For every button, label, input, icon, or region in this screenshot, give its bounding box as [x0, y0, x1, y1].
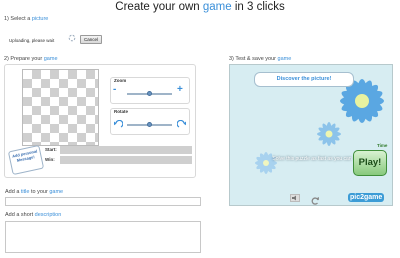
win-message-field[interactable]	[60, 156, 192, 164]
play-button[interactable]: Play!	[353, 150, 387, 176]
step3-prefix: 3) Test & save your	[229, 56, 278, 62]
pic2game-logo: pic2game	[348, 193, 385, 202]
zoom-label: Zoom	[114, 78, 127, 83]
title-field-label: Add a title to your game	[5, 189, 63, 195]
desc-label-link[interactable]: description	[35, 212, 62, 218]
title-label-game-link[interactable]: game	[49, 189, 63, 195]
step2-prefix: 2) Prepare your	[4, 56, 44, 62]
game-description-input[interactable]	[5, 221, 201, 253]
zoom-plus-button[interactable]: +	[177, 85, 187, 95]
rotate-slider-knob[interactable]	[147, 121, 152, 127]
rotate-label: Rotate	[114, 109, 129, 114]
cancel-button[interactable]: Cancel	[80, 35, 102, 44]
step1-picture-link[interactable]: picture	[32, 16, 49, 22]
step1-heading: 1) Select a picture	[4, 16, 48, 22]
rotate-left-icon[interactable]	[113, 117, 124, 128]
page-title: Create your own game in 3 clicks	[0, 1, 400, 13]
sound-icon[interactable]	[290, 194, 300, 202]
upload-status: Uploading, please wait	[9, 38, 55, 43]
title-label-suffix: to your	[29, 189, 50, 195]
zoom-minus-button[interactable]: -	[113, 85, 123, 95]
step2-game-link[interactable]: game	[44, 56, 58, 62]
step1-prefix: 1) Select a	[4, 16, 32, 22]
discover-bubble: Discover the picture!	[254, 72, 354, 87]
rotate-right-icon[interactable]	[176, 117, 187, 128]
start-message-field[interactable]	[60, 146, 192, 154]
step3-game-link[interactable]: game	[278, 56, 292, 62]
description-field-label: Add a short description	[5, 212, 61, 218]
title-highlight: game	[202, 1, 232, 13]
zoom-slider-knob[interactable]	[147, 90, 152, 96]
loading-spinner-icon	[68, 29, 76, 42]
start-label: Start:	[45, 147, 57, 152]
step2-heading: 2) Prepare your game	[4, 56, 58, 62]
win-label: Win:	[45, 157, 55, 162]
medium-flower-icon	[317, 122, 341, 146]
desc-label-prefix: Add a short	[5, 212, 35, 218]
image-canvas[interactable]	[22, 69, 99, 146]
title-label-prefix: Add a	[5, 189, 21, 195]
game-title-input[interactable]	[5, 197, 201, 206]
time-label: Time	[377, 143, 388, 148]
title-prefix: Create your own	[115, 1, 203, 13]
title-suffix: in 3 clicks	[231, 1, 285, 13]
small-flower-icon	[255, 152, 277, 174]
refresh-icon[interactable]	[310, 193, 320, 205]
step3-heading: 3) Test & save your game	[229, 56, 291, 62]
